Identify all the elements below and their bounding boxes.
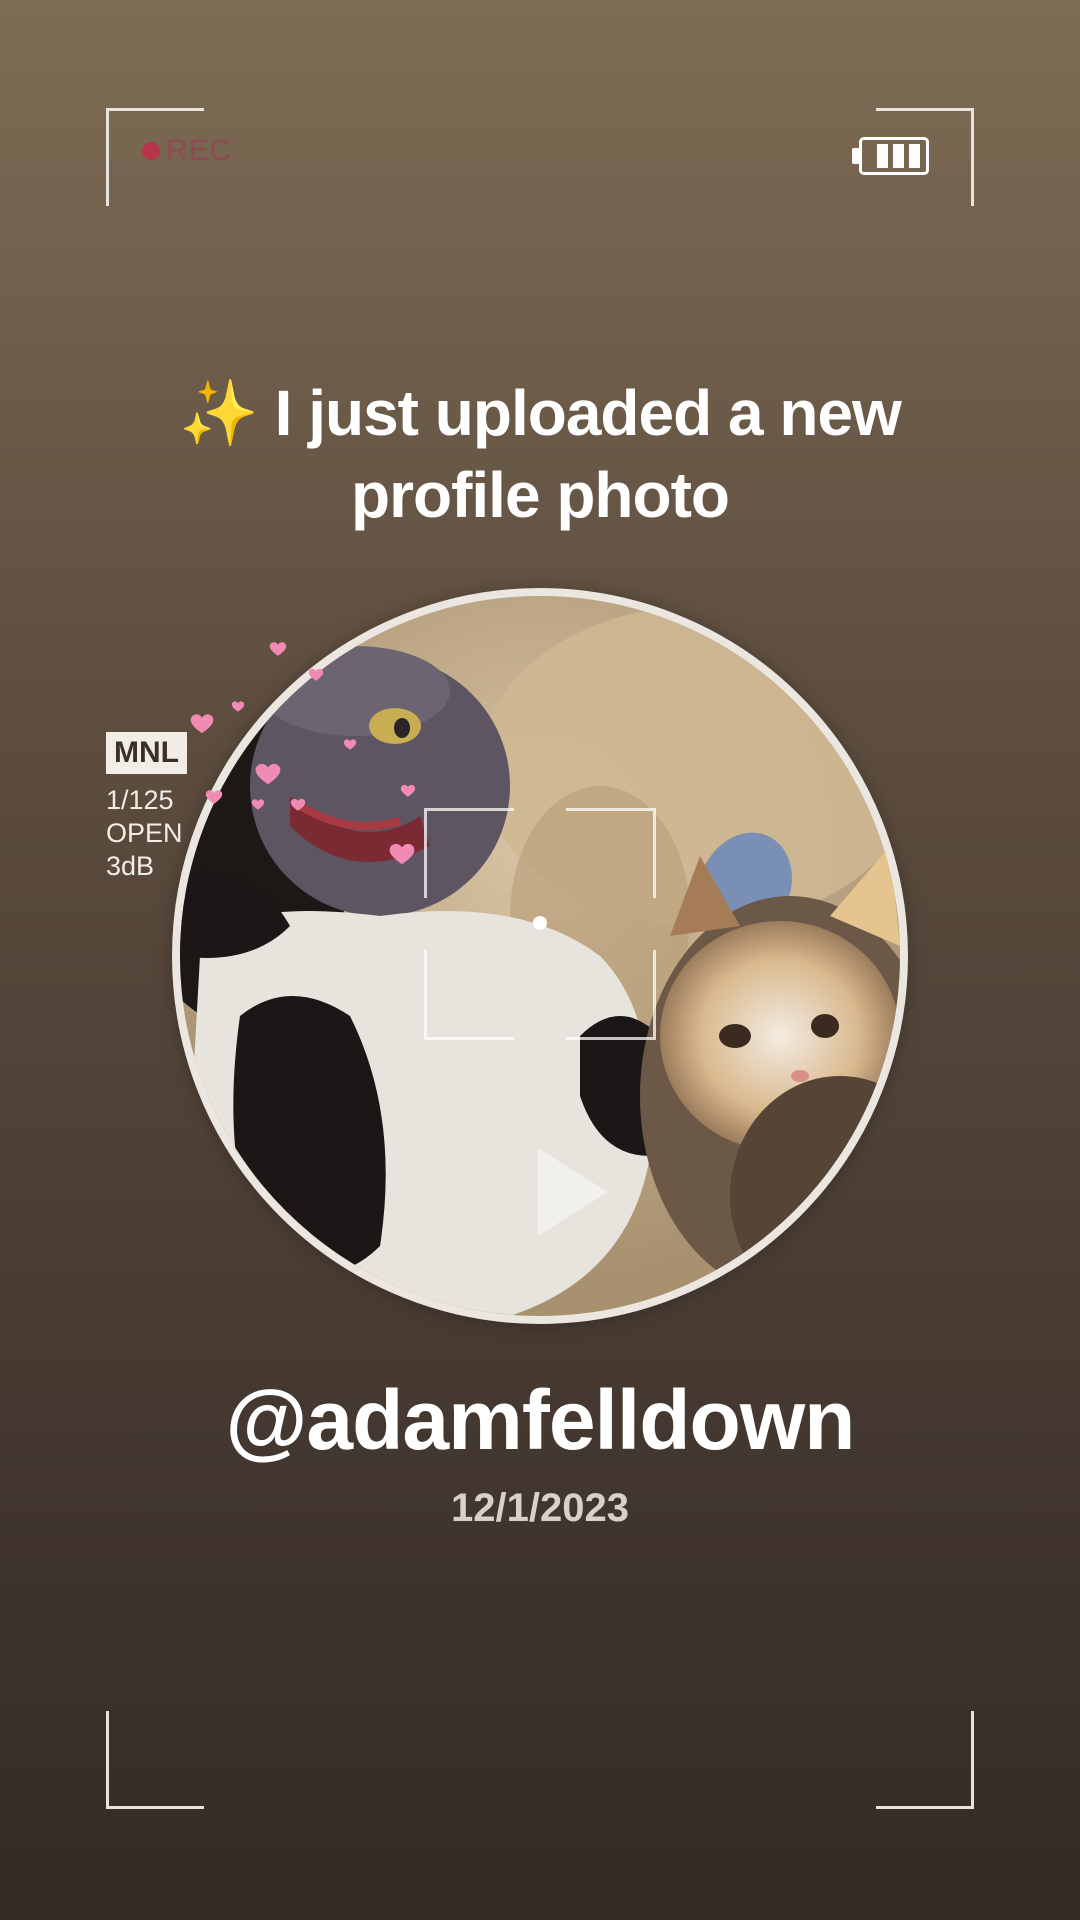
sparkles-icon: ✨ — [179, 377, 259, 449]
battery-terminal — [852, 148, 859, 164]
rec-label: REC — [166, 134, 233, 167]
focus-corner — [566, 808, 656, 898]
username[interactable]: @adamfelldown — [90, 1370, 990, 1470]
play-icon[interactable] — [538, 1148, 608, 1236]
headline-text: I just uploaded a new profile photo — [274, 377, 902, 531]
battery-icon — [852, 137, 929, 175]
viewfinder-corner-bottom-left — [106, 1711, 204, 1809]
battery-level-bar — [893, 144, 904, 168]
focus-corner — [424, 808, 514, 898]
focus-point — [533, 916, 547, 930]
focus-corner — [424, 950, 514, 1040]
heart-icon — [150, 625, 430, 875]
battery-level-bar — [909, 144, 920, 168]
rec-indicator: REC — [142, 134, 232, 168]
viewfinder-corner-bottom-right — [876, 1711, 974, 1809]
headline: ✨ I just uploaded a new profile photo — [90, 372, 990, 536]
upload-date: 12/1/2023 — [451, 1486, 629, 1530]
battery-level-bar — [877, 144, 888, 168]
battery-body — [859, 137, 929, 175]
record-dot-icon — [142, 142, 160, 160]
focus-corner — [566, 950, 656, 1040]
